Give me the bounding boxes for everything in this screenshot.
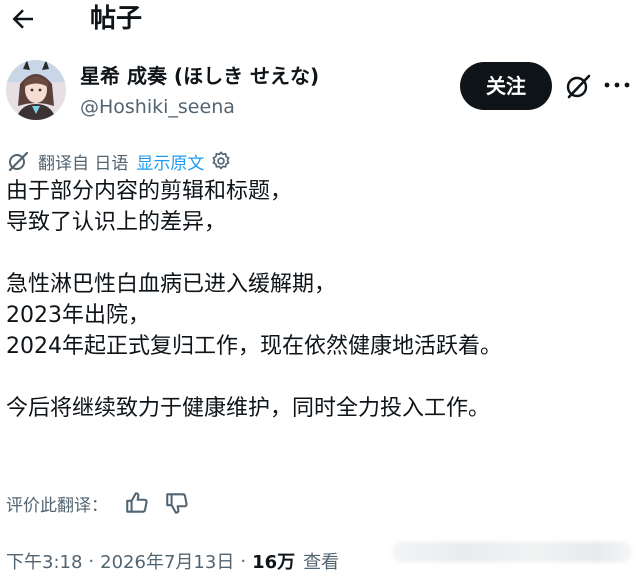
post-text-line: 由于部分内容的剪辑和标题， [6,179,293,204]
views-label: 查看 [303,552,340,573]
translation-label: 翻译自 日语 [38,153,129,174]
page-title: 帖子 [90,4,143,34]
rate-translation-label: 评价此翻译： [6,495,108,516]
blurred-overlay [392,542,632,562]
show-original-link[interactable]: 显示原文 [136,149,204,174]
post-text-line: 2023年出院， [6,303,150,328]
back-arrow-icon[interactable] [8,4,38,34]
post-text-line [6,238,636,269]
translation-notice: 翻译自 日语 显示原文 [6,148,232,174]
post-text: 由于部分内容的剪辑和标题， 导致了认识上的差异， 急性淋巴性白血病已进入缓解期，… [6,176,636,424]
top-bar: 帖子 [0,0,641,44]
views-count: 16万 [252,552,296,573]
author-name[interactable]: 星希 成奏 (ほしき せえな) [80,62,319,90]
post-text-line: 今后将继续致力于健康维护，同时全力投入工作。 [6,396,491,421]
thumbs-up-icon[interactable] [124,490,150,516]
post-text-line: 2024年起正式复归工作，现在依然健康地活跃着。 [6,334,502,359]
post-text-line: 急性淋巴性白血病已进入缓解期， [6,272,337,297]
grok-icon [8,151,29,172]
post-meta: 下午3:18 · 2026年7月13日 · 16万 查看 [6,547,339,575]
more-options-icon[interactable] [602,74,632,96]
meta-separator: · [240,550,247,572]
avatar[interactable] [6,60,66,120]
author-handle[interactable]: @Hoshiki_seena [80,94,235,120]
thumbs-down-icon[interactable] [164,490,190,516]
post-date[interactable]: 2026年7月13日 [100,548,234,574]
post-time[interactable]: 下午3:18 [6,548,82,574]
rate-translation: 评价此翻译： [6,488,190,518]
post-text-line: 导致了认识上的差异， [6,210,227,235]
meta-separator: · [88,550,95,572]
grok-icon[interactable] [564,72,592,100]
gear-icon[interactable] [210,150,232,172]
follow-button[interactable]: 关注 [460,62,552,110]
avatar-image [6,60,66,120]
post-text-line [6,362,636,393]
